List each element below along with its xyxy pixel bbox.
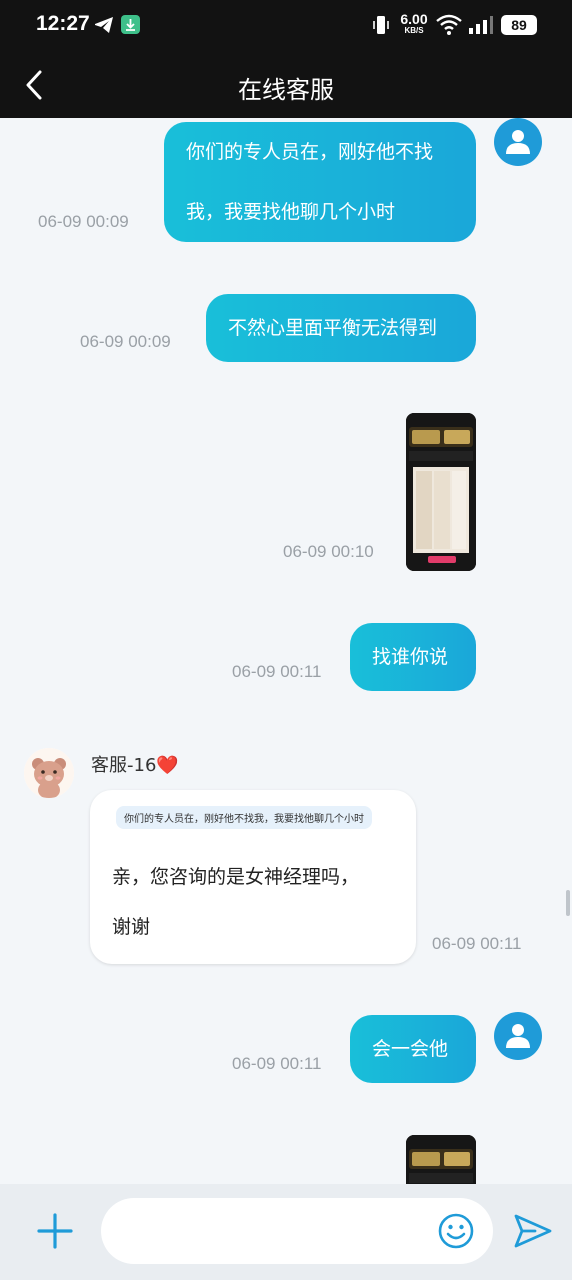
message-bubble-outgoing[interactable]: 找谁你说 [350, 623, 476, 691]
message-text: 找谁你说 [372, 646, 449, 668]
user-avatar[interactable] [494, 1012, 542, 1060]
message-bubble-outgoing[interactable]: 你们的专人员在，刚好他不找 我，我要找他聊几个小时 [164, 122, 476, 242]
person-icon [506, 1024, 530, 1048]
plus-icon[interactable] [36, 1212, 74, 1250]
chat-header: 在线客服 [0, 52, 572, 118]
message-timestamp: 06-09 00:10 [283, 542, 374, 561]
vibrate-icon [373, 16, 389, 34]
signal-icon [469, 16, 493, 34]
message-line: 亲，您咨询的是女神经理吗， [112, 866, 360, 888]
message-timestamp: 06-09 00:09 [80, 332, 171, 351]
scrollbar[interactable] [566, 890, 570, 916]
network-speed: 6.00 KB/S [400, 11, 428, 35]
send-icon[interactable] [513, 1212, 553, 1250]
message-line: 你们的专人员在，刚好他不找 [186, 141, 434, 163]
message-line: 谢谢 [112, 916, 151, 938]
chat-list[interactable]: 你们的专人员在，刚好他不找 我，我要找他聊几个小时 06-09 00:09 不然… [0, 118, 572, 1184]
status-bar: 12:27 6.00 KB/S 89 [0, 0, 572, 52]
user-avatar[interactable] [494, 118, 542, 166]
message-bubble-outgoing[interactable]: 不然心里面平衡无法得到 [206, 294, 476, 362]
emoji-icon[interactable] [437, 1212, 475, 1250]
message-text: 会一会他 [372, 1038, 449, 1060]
message-timestamp: 06-09 00:11 [432, 934, 522, 953]
page-title: 在线客服 [238, 76, 334, 104]
message-timestamp: 06-09 00:11 [232, 662, 322, 681]
battery-icon: 89 [501, 15, 537, 35]
input-bar [0, 1184, 572, 1280]
download-icon [121, 15, 140, 34]
wifi-icon [436, 14, 462, 35]
agent-name: 客服-16❤️ [91, 755, 179, 776]
quoted-message[interactable]: 你们的专人员在，刚好他不找我，我要找他聊几个小时 [116, 806, 372, 829]
message-line: 我，我要找他聊几个小时 [186, 201, 396, 223]
bear-avatar-icon [24, 748, 74, 798]
image-message-thumbnail[interactable] [406, 413, 476, 571]
screenshot-image [406, 1135, 476, 1184]
agent-avatar[interactable] [24, 748, 74, 798]
image-message-thumbnail[interactable] [406, 1135, 476, 1184]
message-bubble-outgoing[interactable]: 会一会他 [350, 1015, 476, 1083]
message-input[interactable] [101, 1198, 493, 1264]
telegram-icon [95, 17, 113, 33]
person-icon [506, 130, 530, 154]
screenshot-image [406, 413, 476, 571]
message-timestamp: 06-09 00:09 [38, 212, 129, 231]
message-timestamp: 06-09 00:11 [232, 1054, 322, 1073]
status-time: 12:27 [36, 12, 90, 35]
message-text: 不然心里面平衡无法得到 [228, 317, 438, 339]
message-bubble-incoming[interactable]: 你们的专人员在，刚好他不找我，我要找他聊几个小时 亲，您咨询的是女神经理吗， 谢… [90, 790, 416, 964]
